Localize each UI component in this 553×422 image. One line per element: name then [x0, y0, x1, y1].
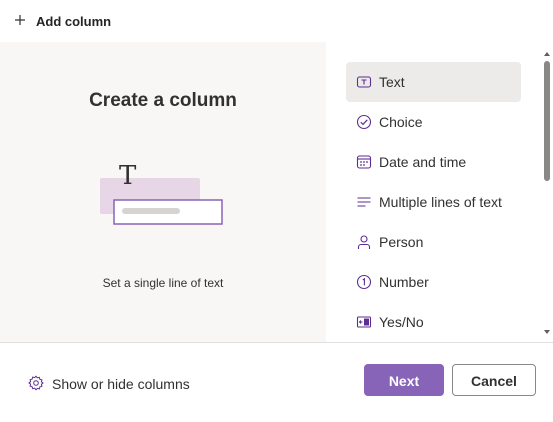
add-column-title: Add column — [36, 14, 112, 29]
column-type-person[interactable]: Person — [346, 222, 521, 262]
column-preview: Create a column T Set a single line of t… — [0, 42, 326, 342]
circle-check-icon — [356, 114, 372, 130]
scroll-up-arrow-icon[interactable] — [543, 50, 551, 58]
cancel-button[interactable]: Cancel — [452, 364, 536, 396]
column-type-number[interactable]: Number — [346, 262, 521, 302]
column-type-label: Number — [379, 274, 429, 290]
column-type-yes-no[interactable]: Yes/No — [346, 302, 521, 342]
column-type-label: Date and time — [379, 154, 467, 170]
gear-icon — [28, 375, 44, 391]
text-box-icon — [356, 76, 372, 88]
preview-title: Create a column — [89, 90, 237, 111]
panel-body: Create a column T Set a single line of t… — [0, 42, 553, 342]
column-type-text[interactable]: Text — [346, 62, 521, 102]
column-type-list: Text Choice Date and time Multiple lines… — [326, 42, 540, 342]
column-type-label: Person — [379, 234, 424, 250]
toggle-icon — [356, 316, 372, 328]
column-type-label: Multiple lines of text — [379, 194, 502, 210]
column-type-label: Yes/No — [379, 314, 424, 330]
svg-text:T: T — [119, 164, 137, 191]
panel-footer: Show or hide columns Next Cancel — [0, 342, 553, 422]
column-type-multiple-lines-of-text[interactable]: Multiple lines of text — [346, 182, 521, 222]
column-type-date-and-time[interactable]: Date and time — [346, 142, 521, 182]
show-hide-columns-label: Show or hide columns — [52, 376, 190, 392]
column-list-scrollbar[interactable] — [540, 42, 553, 342]
column-type-choice[interactable]: Choice — [346, 102, 521, 142]
person-icon — [357, 235, 371, 249]
plus-icon — [15, 15, 25, 25]
scrollbar-thumb[interactable] — [544, 61, 550, 181]
text-lines-icon — [357, 197, 371, 207]
next-button[interactable]: Next — [364, 364, 444, 396]
scroll-down-arrow-icon[interactable] — [543, 328, 551, 336]
panel-header: Add column — [0, 0, 553, 43]
column-type-label: Text — [379, 74, 405, 90]
preview-description: Set a single line of text — [102, 276, 224, 290]
calendar-icon — [356, 155, 372, 169]
number-one-icon — [356, 274, 372, 290]
text-column-illustration: T — [100, 164, 223, 225]
column-type-label: Choice — [379, 114, 423, 130]
